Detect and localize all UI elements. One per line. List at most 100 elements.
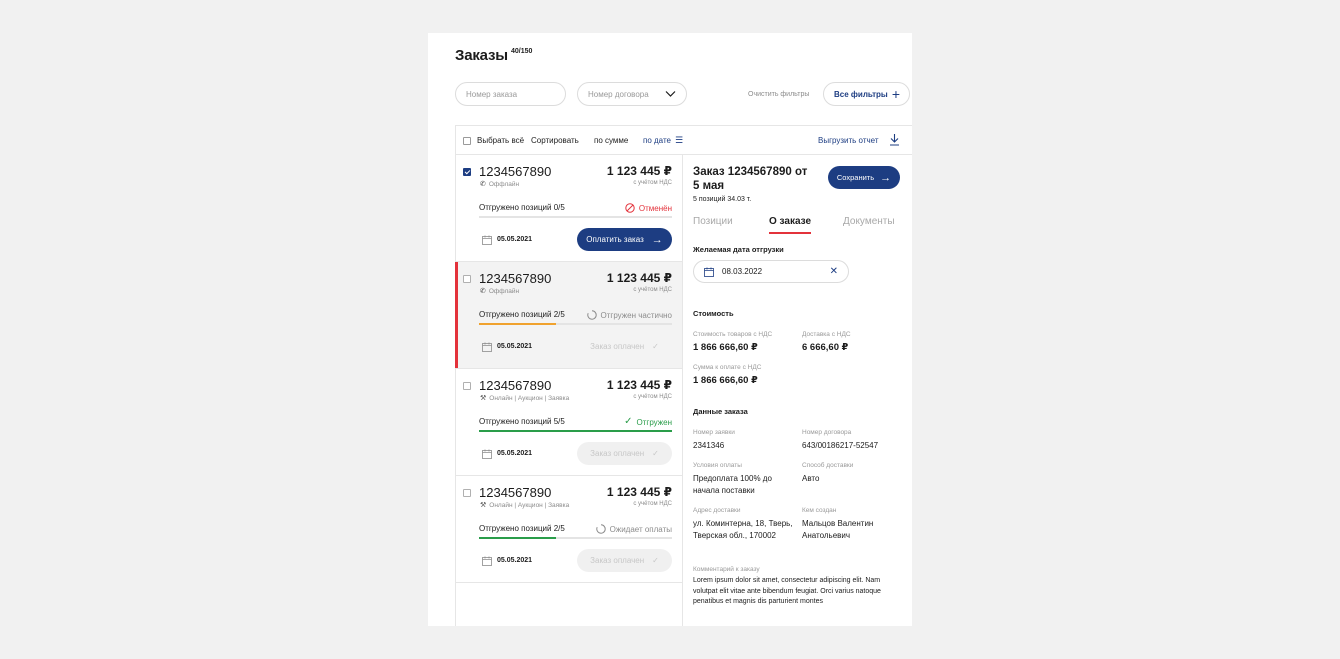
order-card[interactable]: 1234567890 ⚒ Онлайн | Аукцион | Заявка 1 … xyxy=(456,369,682,476)
order-vat-note: с учётом НДС xyxy=(633,394,672,400)
shipment-progress-track xyxy=(479,537,672,539)
export-report-link[interactable]: Выгрузить отчет xyxy=(818,136,879,145)
cost-heading: Стоимость xyxy=(693,309,734,318)
comment-label: Комментарий к заказу xyxy=(693,566,760,573)
pay-order-label: Оплатить заказ xyxy=(586,235,644,244)
comment-text: Lorem ipsum dolor sit amet, consectetur … xyxy=(693,577,881,605)
order-paid-label: Заказ оплачен xyxy=(590,556,645,565)
contract-no-value: 643/00186217-52547 xyxy=(802,441,879,450)
address-value: ул. Коминтерна, 18, Тверь, Тверская обл.… xyxy=(693,519,793,540)
page-title: Заказы xyxy=(455,47,508,64)
arrow-right-icon: → xyxy=(651,233,663,246)
contract-number-select[interactable]: Номер договора xyxy=(577,82,687,106)
delivery-cost-label: Доставка с НДС xyxy=(802,331,851,338)
sort-by-sum-button[interactable]: по сумме xyxy=(594,136,628,145)
spinner-icon xyxy=(595,524,606,534)
plus-icon: + xyxy=(891,86,900,102)
order-number-placeholder: Номер заказа xyxy=(466,89,518,99)
order-data-heading: Данные заказа xyxy=(693,407,748,416)
request-no-value: 2341346 xyxy=(693,441,725,450)
pay-order-button[interactable]: Оплатить заказ → xyxy=(577,228,672,251)
order-shipped-count: Отгружено позиций 2/5 xyxy=(479,524,565,533)
calendar-icon xyxy=(482,235,492,245)
order-detail-title: Заказ 1234567890 от 5 мая xyxy=(693,166,808,192)
tab-about-order[interactable]: О заказе xyxy=(769,216,811,227)
order-number-input[interactable]: Номер заказа xyxy=(455,82,566,106)
order-card[interactable]: 1234567890 ⚒ Онлайн | Аукцион | Заявка 1 … xyxy=(456,476,682,583)
order-number: 1234567890 xyxy=(479,485,552,500)
check-icon: ✓ xyxy=(652,449,659,458)
save-label: Сохранить xyxy=(836,173,875,182)
order-checkbox[interactable] xyxy=(463,489,471,497)
order-checkbox[interactable] xyxy=(463,382,471,390)
check-icon: ✓ xyxy=(652,556,659,565)
order-channel-label: Онлайн | Аукцион | Заявка xyxy=(489,394,570,402)
sort-order-icon[interactable]: ☰ xyxy=(675,135,683,146)
order-channel-label: Оффлайн xyxy=(488,180,520,188)
order-status-label: Отгружен xyxy=(636,417,672,427)
clear-filters-link[interactable]: Очистить фильтры xyxy=(748,91,809,98)
spinner-icon xyxy=(586,310,597,320)
shipment-progress-fill xyxy=(479,430,672,432)
payment-terms-label: Условия оплаты xyxy=(693,462,742,469)
contract-no-label: Номер договора xyxy=(802,429,852,436)
tab-documents[interactable]: Документы xyxy=(843,216,895,227)
shipment-progress-fill xyxy=(479,537,557,539)
sort-label: Сортировать xyxy=(531,136,579,145)
order-channel: ⚒ Онлайн | Аукцион | Заявка xyxy=(480,501,569,510)
orders-count-badge: 40/150 xyxy=(511,48,533,55)
order-checkbox[interactable] xyxy=(463,275,471,283)
download-icon[interactable] xyxy=(889,133,900,146)
order-card[interactable]: 1234567890 ✆ Оффлайн 1 123 445 ₽ с учётом… xyxy=(456,155,682,262)
order-shipped-count: Отгружено позиций 0/5 xyxy=(479,203,565,212)
order-paid-button: Заказ оплачен ✓ xyxy=(577,442,672,465)
address-label: Адрес доставки xyxy=(693,507,741,514)
all-filters-label: Все фильтры xyxy=(834,89,888,99)
arrow-right-icon: → xyxy=(880,171,892,184)
phone-icon: ✆ xyxy=(480,181,486,188)
delivery-method-value: Авто xyxy=(802,474,820,483)
desired-date-value: 08.03.2022 xyxy=(722,267,763,276)
sort-by-date-button[interactable]: по дате xyxy=(643,136,671,145)
order-status-label: Ожидает оплаты xyxy=(609,524,672,534)
order-status: Отгружен частично xyxy=(586,310,672,320)
calendar-icon xyxy=(704,267,714,277)
order-vat-note: с учётом НДС xyxy=(633,501,672,507)
order-channel: ✆ Оффлайн xyxy=(480,287,520,296)
calendar-icon xyxy=(482,449,492,459)
hammer-icon: ⚒ xyxy=(480,502,487,509)
check-icon: ✓ xyxy=(652,342,659,351)
select-all-checkbox[interactable] xyxy=(463,137,471,145)
order-channel-label: Оффлайн xyxy=(488,287,520,295)
order-shipped-count: Отгружено позиций 2/5 xyxy=(479,310,565,319)
clear-date-icon[interactable]: ✕ xyxy=(830,266,838,277)
hammer-icon: ⚒ xyxy=(480,395,487,402)
goods-cost-value: 1 866 666,60 ₽ xyxy=(693,342,758,353)
payment-terms-value: Предоплата 100% до начала поставки xyxy=(693,474,772,495)
order-checkbox[interactable] xyxy=(463,168,471,176)
desired-date-input[interactable]: 08.03.2022 ✕ xyxy=(693,260,849,283)
order-amount: 1 123 445 ₽ xyxy=(606,164,672,178)
calendar-icon xyxy=(482,556,492,566)
save-button[interactable]: Сохранить → xyxy=(828,166,900,189)
order-card[interactable]: 1234567890 ✆ Оффлайн 1 123 445 ₽ с учётом… xyxy=(455,262,682,369)
calendar-icon xyxy=(482,342,492,352)
delivery-method-label: Способ доставки xyxy=(802,462,854,469)
all-filters-button[interactable]: Все фильтры + xyxy=(823,82,910,106)
order-paid-button: Заказ оплачен ✓ xyxy=(577,335,672,358)
order-date: 05.05.2021 xyxy=(497,450,533,457)
delivery-cost-value: 6 666,60 ₽ xyxy=(802,342,849,353)
cancel-icon xyxy=(625,203,635,213)
order-paid-label: Заказ оплачен xyxy=(590,449,645,458)
desired-date-heading: Желаемая дата отгрузки xyxy=(693,245,784,254)
select-all-label[interactable]: Выбрать всё xyxy=(477,136,524,145)
shipment-progress-track xyxy=(479,323,672,325)
order-shipped-count: Отгружено позиций 5/5 xyxy=(479,417,565,426)
check-icon: ✓ xyxy=(624,416,633,427)
order-amount: 1 123 445 ₽ xyxy=(606,378,672,392)
request-no-label: Номер заявки xyxy=(693,429,735,436)
order-date: 05.05.2021 xyxy=(497,236,533,243)
list-toolbar: Выбрать всё Сортировать по сумме по дате… xyxy=(456,126,912,155)
tab-positions[interactable]: Позиции xyxy=(693,216,733,227)
contract-number-placeholder: Номер договора xyxy=(588,89,649,99)
